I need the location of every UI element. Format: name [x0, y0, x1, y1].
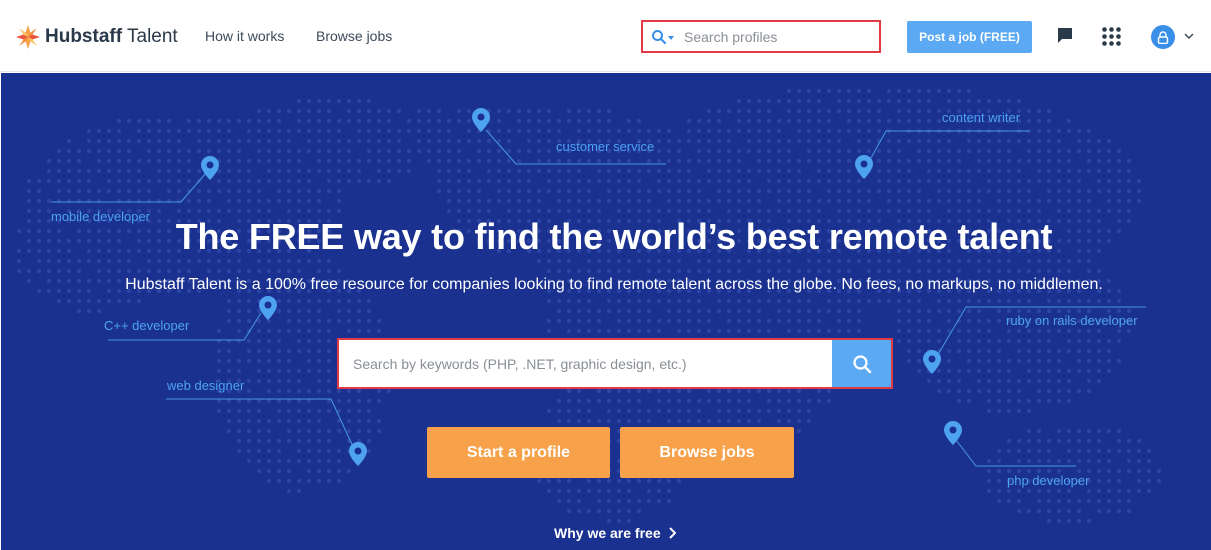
logo-text: Hubstaff Talent [45, 26, 178, 47]
chevron-down-icon [668, 35, 674, 40]
map-tag-ruby-on-rails-developer: ruby on rails developer [1006, 313, 1138, 328]
search-icon [652, 29, 667, 44]
hero-title: The FREE way to find the world’s best re… [175, 216, 1053, 257]
why-free-link[interactable]: Why we are free [554, 525, 676, 541]
apps-grid-icon[interactable] [1102, 27, 1121, 46]
keyword-search-box[interactable] [337, 338, 893, 389]
top-header: Hubstaff Talent How it works Browse jobs… [0, 0, 1211, 72]
search-icon [852, 354, 871, 373]
map-tag-cpp-developer: C++ developer [104, 318, 190, 333]
browse-jobs-button[interactable]: Browse jobs [620, 427, 794, 478]
why-free-label: Why we are free [554, 525, 661, 541]
map-tag-content-writer: content writer [942, 110, 1021, 125]
map-tag-web-designer: web designer [167, 378, 245, 393]
keyword-search-input[interactable] [339, 340, 832, 387]
lock-icon [1157, 30, 1169, 44]
map-pin-icon [201, 156, 219, 180]
message-icon[interactable] [1056, 26, 1074, 44]
map-pin-icon [259, 296, 277, 320]
map-tag-customer-service: customer service [556, 139, 655, 154]
user-avatar[interactable] [1151, 25, 1175, 49]
start-profile-button[interactable]: Start a profile [427, 427, 610, 478]
chevron-down-icon[interactable] [1183, 30, 1195, 42]
search-profiles-input[interactable] [684, 28, 864, 45]
post-job-button[interactable]: Post a job (FREE) [907, 21, 1032, 53]
nav-browse-jobs[interactable]: Browse jobs [316, 28, 392, 44]
map-pin-icon [349, 442, 367, 466]
nav-how-it-works[interactable]: How it works [205, 28, 284, 44]
map-pin-icon [944, 421, 962, 445]
map-pin-icon [472, 108, 490, 132]
profile-search-box[interactable] [641, 20, 881, 53]
hero-subtitle: Hubstaff Talent is a 100% free resource … [125, 276, 1103, 293]
search-type-dropdown[interactable] [651, 29, 674, 45]
hero-section: mobile developer customer service conten… [1, 73, 1211, 550]
hubstaff-logo-icon [16, 25, 40, 49]
map-pin-icon [855, 155, 873, 179]
map-pin-icon [923, 350, 941, 374]
chevron-right-icon [668, 527, 676, 539]
keyword-search-button[interactable] [832, 340, 891, 387]
hubstaff-talent-logo[interactable]: Hubstaff Talent [16, 24, 178, 50]
map-tag-php-developer: php developer [1007, 473, 1090, 488]
